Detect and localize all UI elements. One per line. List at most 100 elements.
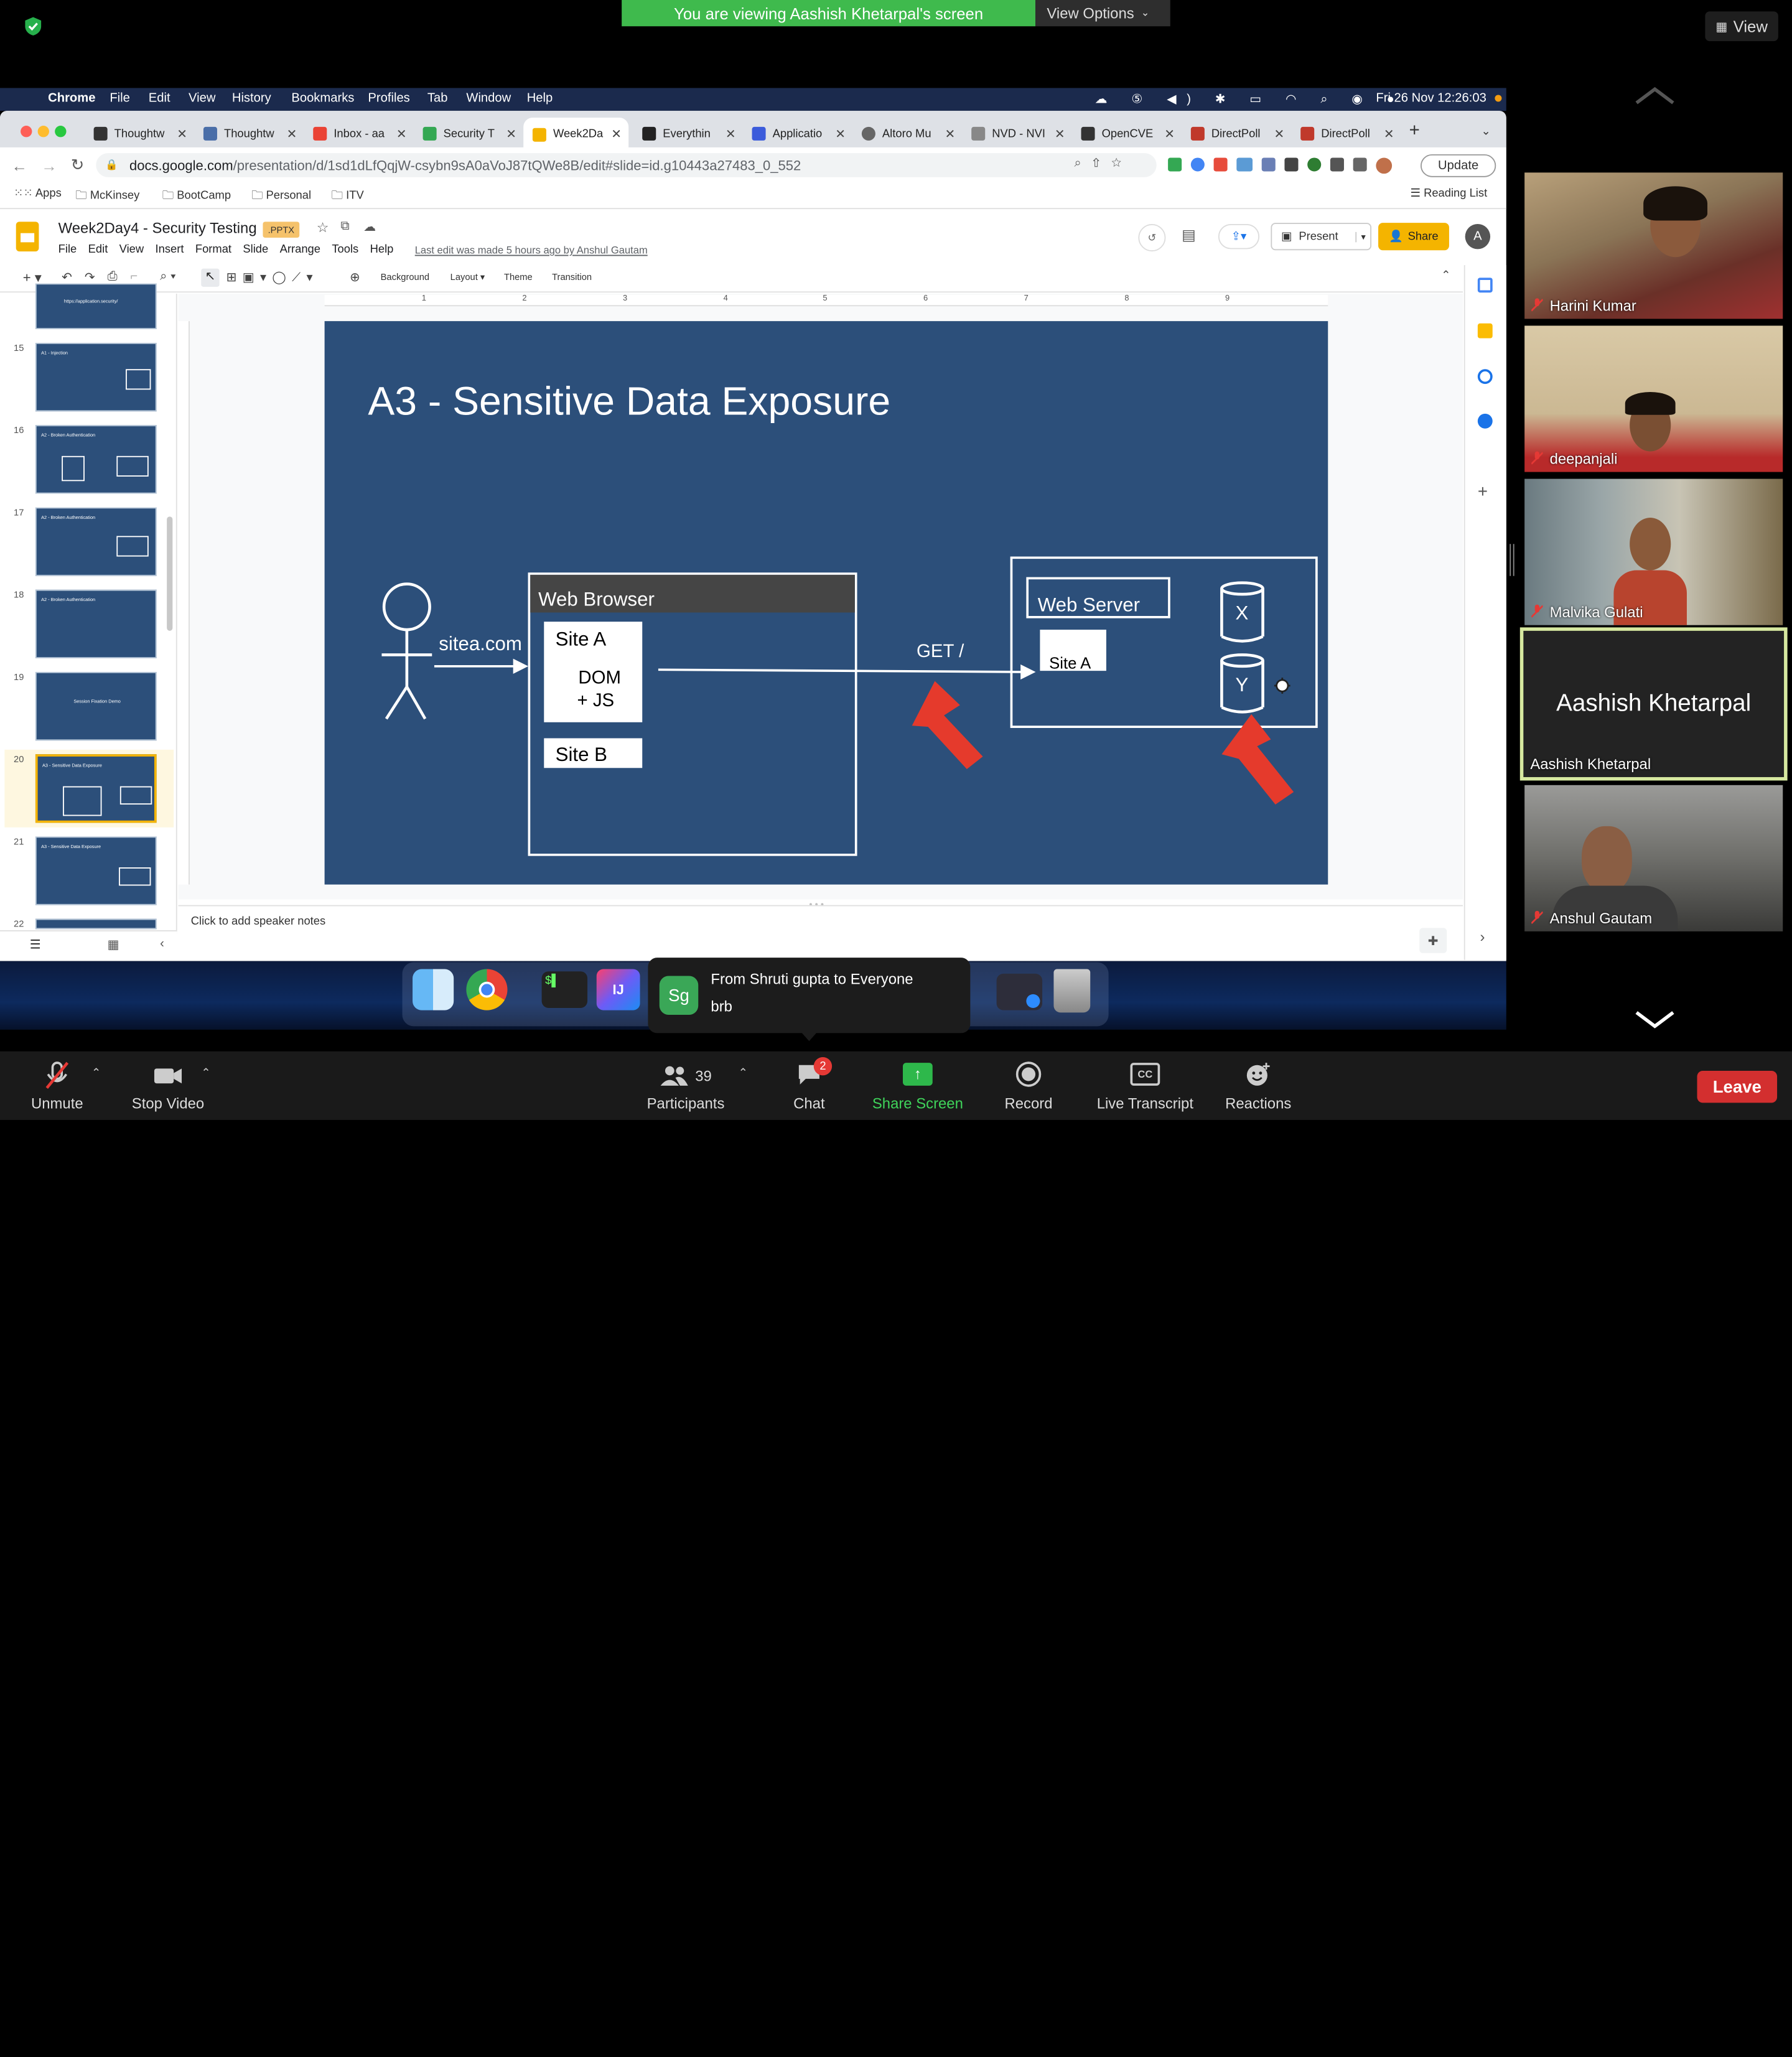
menu-app-name[interactable]: Chrome: [48, 91, 95, 105]
reading-list-button[interactable]: ☰ Reading List: [1410, 187, 1487, 200]
grid-view-icon[interactable]: ▦: [108, 937, 119, 952]
slides-menu-slide[interactable]: Slide: [243, 243, 268, 256]
chrome-icon[interactable]: [466, 969, 508, 1010]
drive-ext-icon[interactable]: [1168, 157, 1182, 172]
scroll-up-icon[interactable]: [1634, 85, 1675, 108]
scroll-down-icon[interactable]: [1634, 1008, 1675, 1031]
forward-button[interactable]: →: [41, 157, 57, 175]
panel-divider-handle[interactable]: [1510, 544, 1514, 576]
zoom-app-icon[interactable]: [996, 973, 1043, 1010]
menu-file[interactable]: File: [110, 91, 130, 105]
web-server-label[interactable]: Web Server: [1038, 594, 1140, 617]
get-label[interactable]: GET /: [917, 642, 964, 663]
close-icon[interactable]: ✕: [1055, 126, 1065, 141]
leave-button[interactable]: Leave: [1697, 1070, 1778, 1103]
slides-menu-arrange[interactable]: Arrange: [280, 243, 320, 256]
close-icon[interactable]: ✕: [726, 126, 736, 141]
comments-icon[interactable]: ▤: [1182, 226, 1196, 245]
video-options-chevron[interactable]: ⌃: [201, 1067, 210, 1080]
ext-icon[interactable]: [1284, 157, 1299, 172]
slide-thumbnail[interactable]: [35, 918, 157, 930]
db-x-label[interactable]: X: [1235, 602, 1248, 625]
participant-video[interactable]: deepanjali: [1524, 325, 1783, 472]
explore-button[interactable]: ✚: [1419, 928, 1447, 953]
bookmark-apps[interactable]: ⁙⁙ Apps: [14, 187, 62, 200]
terminal-icon[interactable]: $▌: [541, 971, 588, 1008]
collapse-toolbar-icon[interactable]: ⌃: [1441, 269, 1450, 282]
close-icon[interactable]: ✕: [945, 126, 956, 141]
profile-avatar[interactable]: [1376, 157, 1393, 174]
expand-panel-icon[interactable]: ›: [1480, 928, 1485, 945]
browser-tab[interactable]: OpenCVE ✕: [1081, 121, 1175, 146]
print-icon[interactable]: ⎙: [108, 269, 118, 284]
record-button[interactable]: Record: [997, 1060, 1061, 1112]
slides-menu-view[interactable]: View: [119, 243, 144, 256]
update-button[interactable]: Update: [1421, 154, 1496, 177]
slide-thumbnail[interactable]: A2 - Broken Authentication: [35, 589, 157, 658]
close-icon[interactable]: ✕: [396, 126, 407, 141]
reactions-button[interactable]: Reactions: [1221, 1060, 1296, 1112]
menu-edit[interactable]: Edit: [149, 91, 170, 105]
participant-video[interactable]: Harini Kumar: [1524, 172, 1783, 319]
server-site-a-label[interactable]: Site A: [1049, 654, 1091, 672]
view-button[interactable]: ▦ View: [1705, 11, 1778, 42]
tasks-icon[interactable]: [1477, 369, 1493, 385]
menu-tab[interactable]: Tab: [427, 91, 448, 105]
slide-thumbnail[interactable]: https://application.security/: [35, 283, 157, 329]
close-icon[interactable]: ✕: [177, 126, 187, 141]
slide-thumbnail-selected[interactable]: A3 - Sensitive Data Exposure: [35, 754, 157, 823]
browser-tab[interactable]: Applicatio ✕: [752, 121, 846, 146]
menu-bookmarks[interactable]: Bookmarks: [291, 91, 354, 105]
audio-options-chevron[interactable]: ⌃: [91, 1067, 101, 1080]
filmstrip-scrollbar[interactable]: [167, 516, 173, 631]
browser-tab[interactable]: DirectPoll ✕: [1190, 121, 1284, 146]
browser-tab[interactable]: NVD - NVI ✕: [971, 121, 1065, 146]
stop-video-button[interactable]: Stop Video: [128, 1060, 208, 1112]
zoom-icon[interactable]: ⌕ ▾: [160, 269, 175, 284]
browser-tab[interactable]: Altoro Mu ✕: [861, 121, 956, 146]
slides-menu-help[interactable]: Help: [370, 243, 394, 256]
browser-tab[interactable]: Security T ✕: [422, 121, 516, 146]
slides-menu-format[interactable]: Format: [195, 243, 231, 256]
meet-button[interactable]: ⇪▾: [1218, 223, 1260, 250]
toolbar-shape-icons[interactable]: ⊞▣▾◯⟋▾: [226, 269, 319, 286]
slide-thumbnail[interactable]: A2 - Broken Authentication: [35, 425, 157, 494]
slides-menu-edit[interactable]: Edit: [88, 243, 108, 256]
add-addon-icon[interactable]: +: [1478, 482, 1488, 501]
close-window-button[interactable]: [21, 126, 32, 138]
filmstrip-view-icon[interactable]: ☰: [30, 937, 41, 952]
bookmark-folder[interactable]: 🗀 Personal: [251, 187, 311, 207]
slide-thumbnail[interactable]: A3 - Sensitive Data Exposure: [35, 836, 157, 905]
participant-video[interactable]: Anshul Gautam: [1524, 785, 1783, 931]
slides-menu-file[interactable]: File: [58, 243, 77, 256]
speaker-notes-area[interactable]: [178, 905, 1463, 960]
close-icon[interactable]: ✕: [835, 126, 846, 141]
slides-menu-insert[interactable]: Insert: [156, 243, 184, 256]
browser-tab[interactable]: DirectPoll ✕: [1300, 121, 1394, 146]
finder-icon[interactable]: [413, 969, 454, 1010]
tab-search-icon[interactable]: ⌄: [1481, 126, 1490, 138]
dom-js-label-1[interactable]: DOM: [578, 668, 621, 689]
slides-logo-icon[interactable]: [16, 222, 39, 252]
site-b-label[interactable]: Site B: [556, 744, 607, 767]
domain-label[interactable]: sitea.com: [439, 633, 522, 656]
move-folder-icon[interactable]: ⧉: [340, 220, 349, 235]
trash-icon[interactable]: [1053, 969, 1091, 1013]
site-a-label[interactable]: Site A: [556, 628, 607, 651]
live-transcript-button[interactable]: CC Live Transcript: [1093, 1060, 1198, 1112]
menu-window[interactable]: Window: [466, 91, 511, 105]
present-button[interactable]: ▣ Present ▾: [1271, 223, 1372, 251]
paint-format-icon[interactable]: ⌐: [130, 269, 138, 283]
security-shield-icon[interactable]: [23, 16, 44, 37]
speaker-notes-placeholder[interactable]: Click to add speaker notes: [191, 915, 325, 928]
slide-thumbnail[interactable]: Session Fixation Demo: [35, 671, 157, 741]
bookmark-folder[interactable]: 🗀 ITV: [332, 187, 364, 207]
slides-menu-tools[interactable]: Tools: [332, 243, 358, 256]
share-button[interactable]: 👤 Share: [1378, 223, 1449, 251]
puzzle-icon[interactable]: [1353, 157, 1367, 172]
participant-video[interactable]: Malvika Gulati: [1524, 478, 1783, 625]
contacts-icon[interactable]: [1477, 413, 1493, 429]
share-screen-button[interactable]: ↑ Share Screen: [869, 1060, 967, 1112]
browser-tab[interactable]: Inbox - aa ✕: [313, 121, 407, 146]
ext-icon[interactable]: [1190, 157, 1205, 172]
